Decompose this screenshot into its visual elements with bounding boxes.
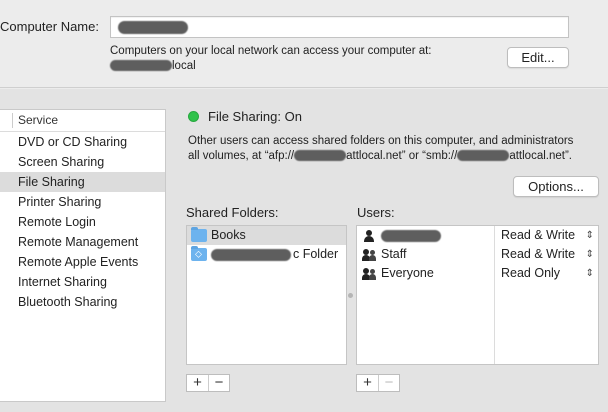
service-item-remote-apple-events[interactable]: Remote Apple Events xyxy=(0,252,165,272)
service-item-bluetooth-sharing[interactable]: Bluetooth Sharing xyxy=(0,292,165,312)
options-button[interactable]: Options... xyxy=(513,176,599,197)
redacted-user-name xyxy=(381,229,441,242)
service-list[interactable]: Service DVD or CD Sharing Screen Sharing… xyxy=(0,109,166,402)
shared-folder-row[interactable]: c Folder xyxy=(187,245,346,264)
user-name: Everyone xyxy=(381,266,434,280)
network-address: local xyxy=(110,59,432,74)
service-item-printer-sharing[interactable]: Printer Sharing xyxy=(0,192,165,212)
permission-select[interactable]: Read Only ⇕ xyxy=(496,264,599,283)
network-address-info: Computers on your local network can acce… xyxy=(110,44,432,74)
redacted-afp-host xyxy=(294,150,347,162)
redacted-smb-host xyxy=(457,150,510,162)
users-label: Users: xyxy=(357,205,395,220)
service-column-header[interactable]: Service xyxy=(0,110,165,132)
redacted-hostname xyxy=(110,60,172,72)
remove-user-button[interactable]: − xyxy=(378,375,399,391)
user-row[interactable]: Staff xyxy=(357,245,494,264)
description-line-1: Other users can access shared folders on… xyxy=(188,135,574,147)
updown-arrows-icon: ⇕ xyxy=(585,249,594,260)
service-item-remote-login[interactable]: Remote Login xyxy=(0,212,165,232)
everyone-icon xyxy=(362,268,376,280)
public-folder-icon xyxy=(191,245,207,264)
split-view-handle[interactable] xyxy=(348,293,353,298)
permission-select[interactable]: Read & Write ⇕ xyxy=(496,226,599,245)
shared-folders-list[interactable]: Books c Folder xyxy=(186,225,347,365)
description-smb-prefix: attlocal.net” or “smb:// xyxy=(346,150,458,162)
shared-folder-row[interactable]: Books xyxy=(187,226,346,245)
permission-value: Read Only xyxy=(501,266,561,280)
description-suffix: attlocal.net”. xyxy=(509,150,572,162)
computer-name-input[interactable] xyxy=(110,16,569,38)
shared-folders-label: Shared Folders: xyxy=(186,205,279,220)
redacted-name xyxy=(118,21,188,35)
service-item-internet-sharing[interactable]: Internet Sharing xyxy=(0,272,165,292)
status-indicator-icon xyxy=(188,111,199,122)
add-folder-button[interactable]: + xyxy=(187,375,208,391)
users-permissions-list[interactable]: Staff Everyone Read & Write ⇕ Read & Writ… xyxy=(356,225,599,365)
description-line-2: all volumes, at “afp:// attlocal.net” or … xyxy=(188,149,603,164)
permissions-column: Read & Write ⇕ Read & Write ⇕ Read Only ⇕ xyxy=(496,226,599,364)
user-row[interactable] xyxy=(357,226,494,245)
service-item-remote-management[interactable]: Remote Management xyxy=(0,232,165,252)
folder-icon xyxy=(191,227,207,242)
shared-folder-name: Books xyxy=(211,228,246,242)
network-info-text: Computers on your local network can acce… xyxy=(110,45,432,57)
status-text: File Sharing: On xyxy=(208,109,302,124)
permission-value: Read & Write xyxy=(501,228,576,242)
updown-arrows-icon: ⇕ xyxy=(585,230,594,241)
permission-select[interactable]: Read & Write ⇕ xyxy=(496,245,599,264)
group-icon xyxy=(362,249,376,261)
user-row[interactable]: Everyone xyxy=(357,264,494,283)
service-item-file-sharing[interactable]: File Sharing xyxy=(0,172,165,192)
computer-name-section: Computer Name: Computers on your local n… xyxy=(0,0,608,88)
sharing-main-area: Service DVD or CD Sharing Screen Sharing… xyxy=(0,89,608,412)
users-controls: + − xyxy=(356,374,400,392)
remove-folder-button[interactable]: − xyxy=(208,375,229,391)
shared-folders-controls: + − xyxy=(186,374,230,392)
description-afp-prefix: all volumes, at “afp:// xyxy=(188,150,295,162)
sharing-description: Other users can access shared folders on… xyxy=(188,134,603,164)
shared-folder-name: c Folder xyxy=(293,247,339,261)
redacted-folder-name xyxy=(211,248,291,261)
user-name: Staff xyxy=(381,247,407,261)
service-item-screen-sharing[interactable]: Screen Sharing xyxy=(0,152,165,172)
service-item-dvd[interactable]: DVD or CD Sharing xyxy=(0,132,165,152)
person-icon xyxy=(363,230,375,242)
users-column: Staff Everyone xyxy=(357,226,495,364)
edit-button[interactable]: Edit... xyxy=(507,47,569,68)
add-user-button[interactable]: + xyxy=(357,375,378,391)
updown-arrows-icon: ⇕ xyxy=(585,268,594,279)
computer-name-label: Computer Name: xyxy=(0,19,99,34)
permission-value: Read & Write xyxy=(501,247,576,261)
local-suffix: local xyxy=(172,60,196,72)
